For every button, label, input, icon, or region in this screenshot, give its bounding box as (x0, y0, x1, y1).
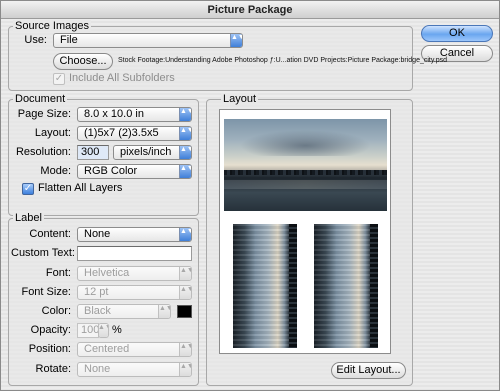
chevron-updown-icon: ▲▼ (179, 146, 191, 159)
ok-button[interactable]: OK (421, 25, 493, 42)
page-size-label: Page Size: (17, 108, 71, 120)
font-value: Helvetica (84, 267, 130, 279)
chevron-down-icon: ▲▼ (179, 286, 191, 299)
dialog-content: OK Cancel Source Images Use: File ▲▼ Cho… (1, 19, 499, 390)
content-value: None (84, 228, 111, 240)
page-size-value: 8.0 x 10.0 in (84, 108, 144, 120)
checkmark-icon: ✓ (23, 183, 33, 194)
include-subfolders-checkbox[interactable]: ✓ (53, 73, 65, 85)
chevron-down-icon: ▲▼ (179, 363, 191, 376)
choose-button[interactable]: Choose... (53, 53, 113, 70)
chevron-updown-icon: ▲▼ (179, 108, 191, 121)
use-label: Use: (24, 34, 47, 46)
checkmark-icon: ✓ (54, 73, 64, 84)
rotate-select[interactable]: None ▲▼ (77, 362, 192, 377)
resolution-unit-select[interactable]: pixels/inch ▲▼ (113, 145, 192, 160)
resolution-unit-value: pixels/inch (120, 146, 172, 158)
source-images-title: Source Images (13, 20, 91, 32)
layout-select[interactable]: (1)5x7 (2)3.5x5 ▲▼ (77, 126, 192, 141)
color-label: Color: (41, 305, 71, 317)
chevron-down-icon: ▲▼ (179, 343, 191, 356)
position-value: Centered (84, 343, 130, 355)
page-size-select[interactable]: 8.0 x 10.0 in ▲▼ (77, 107, 192, 122)
opacity-stepper[interactable]: ▲▼ (98, 323, 109, 338)
layout-value: (1)5x7 (2)3.5x5 (84, 127, 159, 139)
mode-value: RGB Color (84, 165, 138, 177)
opacity-label: Opacity: (30, 324, 71, 336)
content-select[interactable]: None ▲▼ (77, 227, 192, 242)
edit-layout-button[interactable]: Edit Layout... (331, 362, 406, 379)
chevron-updown-icon: ▲▼ (179, 228, 191, 241)
layout-label: Layout: (34, 127, 71, 139)
picture-package-dialog: Picture Package OK Cancel Source Images … (0, 0, 500, 391)
rotate-label: Rotate: (35, 363, 71, 375)
chevron-updown-icon: ▲▼ (179, 165, 191, 178)
label-group (8, 218, 199, 386)
preview-photo-3x5-right (314, 224, 378, 348)
resolution-input[interactable]: 300 (77, 145, 109, 160)
position-label: Position: (28, 343, 71, 355)
chevron-down-icon: ▲▼ (99, 324, 108, 337)
color-swatch[interactable] (177, 305, 192, 318)
position-select[interactable]: Centered ▲▼ (77, 342, 192, 357)
font-select[interactable]: Helvetica ▲▼ (77, 266, 192, 281)
mode-label: Mode: (40, 165, 71, 177)
flatten-layers-label: Flatten All Layers (38, 182, 123, 194)
use-select[interactable]: File ▲▼ (53, 33, 243, 48)
include-subfolders-label: Include All Subfolders (69, 72, 175, 84)
chevron-down-icon: ▲▼ (158, 305, 170, 318)
chevron-updown-icon: ▲▼ (179, 127, 191, 140)
preview-photo-5x7 (224, 119, 387, 211)
layout-preview (219, 109, 391, 354)
source-file-path: Stock Footage:Understanding Adobe Photos… (118, 57, 448, 64)
custom-text-input[interactable] (77, 246, 192, 261)
custom-text-label: Custom Text: (11, 247, 75, 259)
font-size-value: 12 pt (84, 286, 109, 298)
font-label: Font: (45, 267, 71, 279)
preview-photo-3x5-left (233, 224, 297, 348)
chevron-updown-icon: ▲▼ (230, 34, 242, 47)
flatten-layers-checkbox[interactable]: ✓ (22, 183, 34, 195)
document-title: Document (13, 93, 68, 105)
label-title: Label (13, 212, 44, 224)
layout-title: Layout (221, 93, 259, 105)
chevron-down-icon: ▲▼ (179, 267, 191, 280)
opacity-unit: % (112, 324, 122, 336)
content-label: Content: (29, 228, 71, 240)
rotate-value: None (84, 363, 111, 375)
font-size-select[interactable]: 12 pt ▲▼ (77, 285, 192, 300)
opacity-input[interactable]: 100 (77, 323, 99, 338)
window-title: Picture Package (1, 1, 499, 19)
color-value: Black (84, 305, 111, 317)
color-select[interactable]: Black ▲▼ (77, 304, 171, 319)
resolution-label: Resolution: (15, 146, 71, 158)
font-size-label: Font Size: (21, 286, 71, 298)
use-select-value: File (60, 34, 78, 46)
mode-select[interactable]: RGB Color ▲▼ (77, 164, 192, 179)
